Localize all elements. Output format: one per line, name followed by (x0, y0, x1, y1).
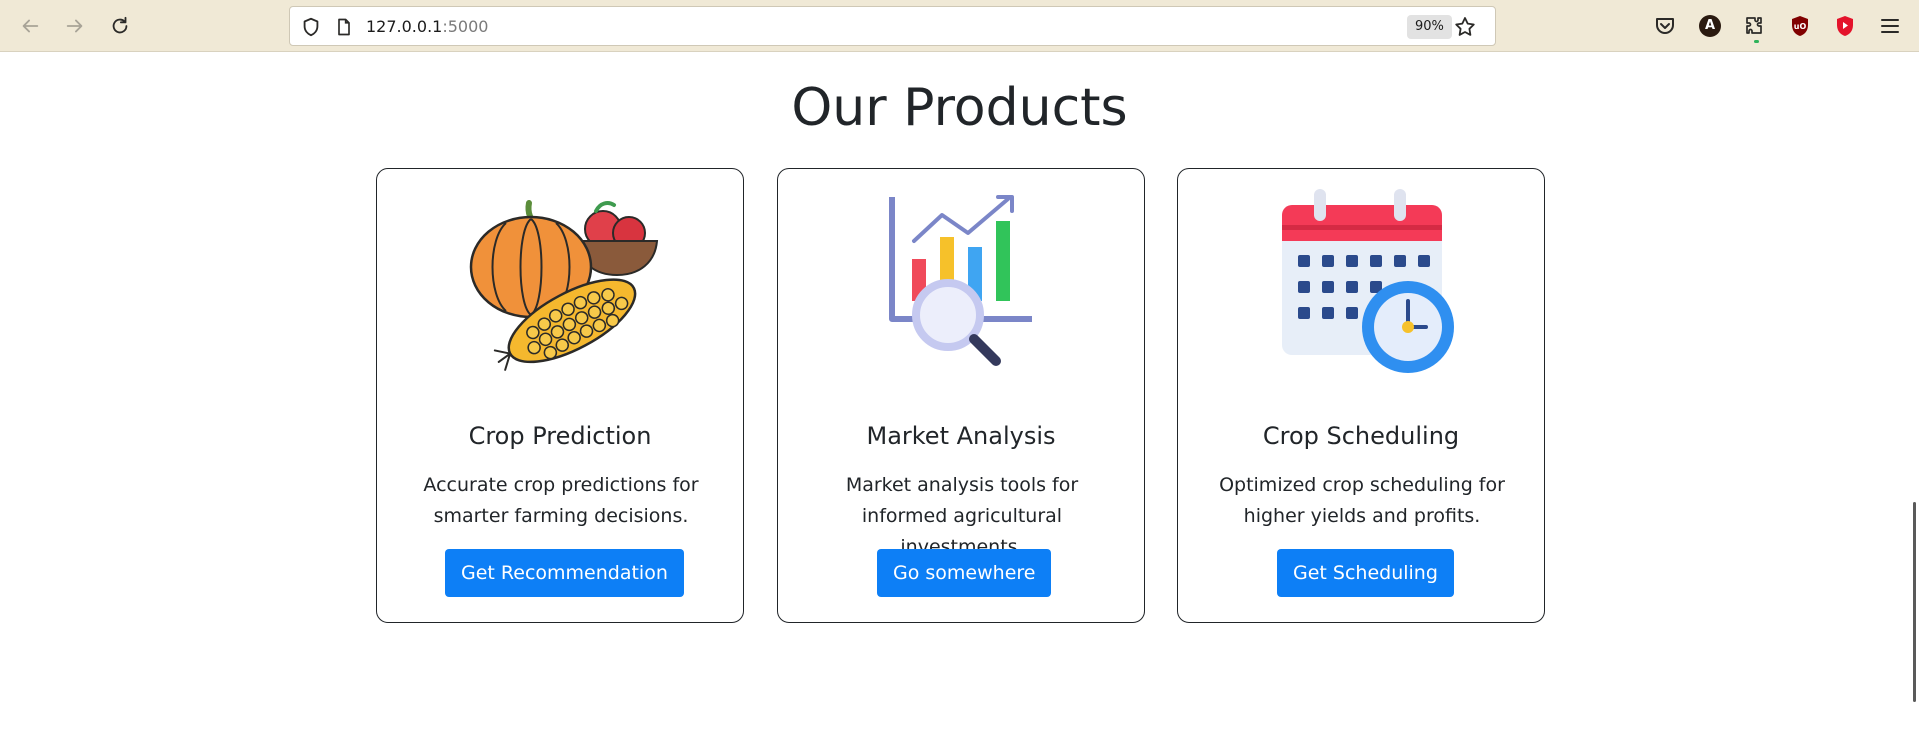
bookmark-star-icon[interactable] (1453, 15, 1477, 39)
url-host: 127.0.0.1 (366, 17, 443, 36)
arrow-right-icon (66, 19, 83, 33)
product-card-crop-scheduling: Crop Scheduling Optimized crop schedulin… (1177, 168, 1545, 623)
card-title: Market Analysis (866, 422, 1056, 450)
produce-illustration-icon (461, 189, 661, 379)
app-menu-button[interactable] (1877, 13, 1903, 39)
youtube-shield-icon (1837, 16, 1853, 36)
forward-button[interactable] (61, 12, 89, 40)
extension-status-dot (1754, 40, 1759, 43)
product-card-crop-prediction: Crop Prediction Accurate crop prediction… (376, 168, 744, 623)
product-card-market-analysis: Market Analysis Market analysis tools fo… (777, 168, 1145, 623)
calendar-clock-illustration-icon (1262, 189, 1462, 379)
browser-toolbar: 127.0.0.1:5000 90% A uO (0, 0, 1919, 52)
ublock-origin-icon: uO (1792, 16, 1808, 36)
pocket-button[interactable] (1652, 13, 1678, 39)
hamburger-menu-icon (1881, 19, 1899, 33)
page-scrollbar[interactable] (1913, 502, 1916, 702)
page-icon[interactable] (334, 17, 354, 37)
zoom-level-badge[interactable]: 90% (1407, 15, 1452, 39)
url-text[interactable]: 127.0.0.1:5000 (366, 17, 488, 37)
pocket-icon (1656, 18, 1674, 34)
extensions-button[interactable] (1742, 13, 1768, 43)
reload-button[interactable] (106, 12, 134, 40)
ublock-button[interactable]: uO (1787, 13, 1813, 39)
get-recommendation-button[interactable]: Get Recommendation (445, 549, 684, 597)
profile-avatar: A (1699, 15, 1721, 37)
svg-text:uO: uO (1794, 22, 1807, 31)
back-button[interactable] (16, 12, 44, 40)
get-scheduling-button[interactable]: Get Scheduling (1277, 549, 1454, 597)
tracking-shield-icon[interactable] (300, 16, 322, 38)
address-bar[interactable]: 127.0.0.1:5000 90% (289, 6, 1496, 46)
url-port: :5000 (442, 17, 489, 36)
page-title: Our Products (791, 78, 1128, 138)
youtube-extension-button[interactable] (1832, 13, 1858, 39)
card-title: Crop Prediction (468, 422, 652, 450)
puzzle-icon (1746, 17, 1762, 34)
account-button[interactable]: A (1697, 13, 1723, 39)
card-title: Crop Scheduling (1262, 422, 1460, 450)
card-description: Optimized crop scheduling for higher yie… (1219, 474, 1505, 527)
reload-icon (112, 16, 128, 34)
arrow-left-icon (22, 19, 39, 33)
chart-magnifier-illustration-icon (862, 189, 1062, 379)
go-somewhere-button[interactable]: Go somewhere (877, 549, 1052, 597)
card-description: Accurate crop predictions for smarter fa… (423, 474, 699, 527)
